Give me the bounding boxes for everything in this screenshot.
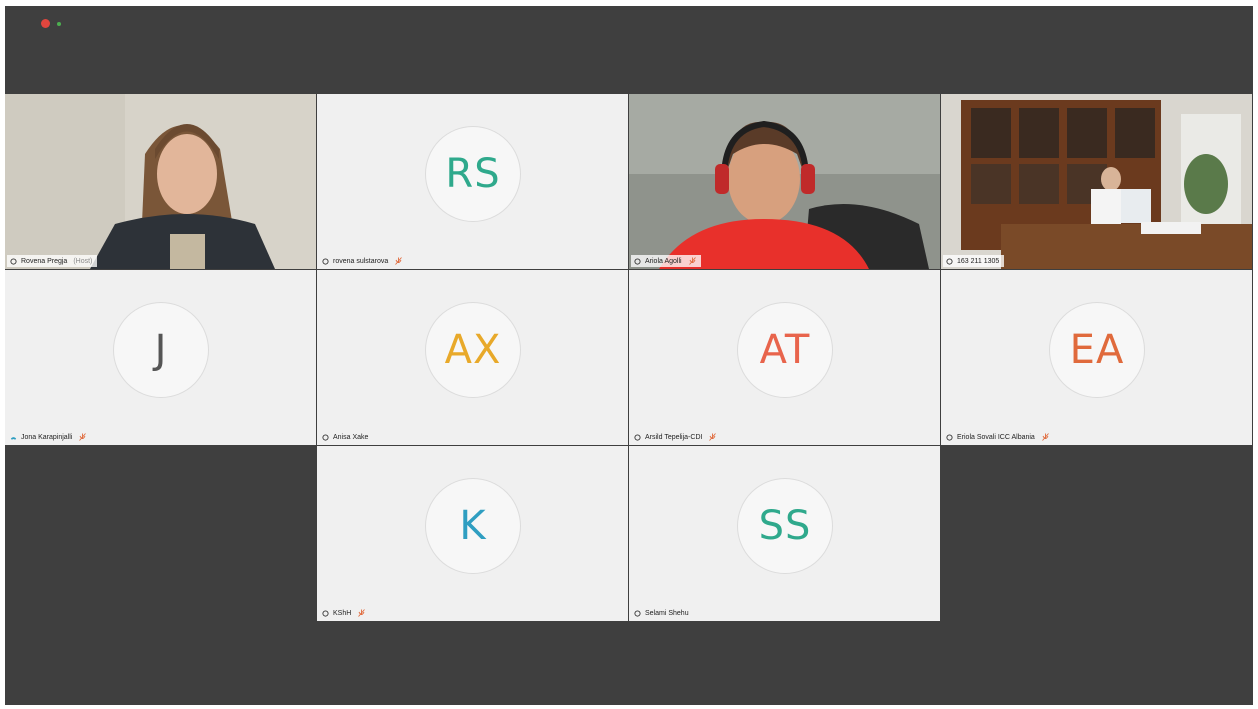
avatar: K <box>425 478 521 574</box>
participant-tile-selami-shehu[interactable]: SS Selami Shehu <box>629 446 940 621</box>
participant-label: Ariola Agolli <box>631 255 701 267</box>
top-bar <box>5 6 1253 94</box>
recording-indicator-icon[interactable] <box>41 19 50 28</box>
participant-name: Jona Karapinjalli <box>21 433 73 441</box>
participant-name: Selami Shehu <box>645 609 689 617</box>
muted-mic-icon <box>688 257 696 265</box>
participant-name: rovena sulstarova <box>333 257 389 265</box>
participant-label: Selami Shehu <box>631 607 694 619</box>
participant-tile-arsild-tepelija[interactable]: AT Arsild Tepelija-CDI <box>629 270 940 445</box>
participant-name: Eriola Sovali ICC Albania <box>957 433 1035 441</box>
avatar: J <box>113 302 209 398</box>
participant-label: Arsild Tepelija-CDI <box>631 431 721 443</box>
microphone-icon <box>322 257 329 265</box>
participant-label: Anisa Xake <box>319 431 373 443</box>
participant-tile-ariola-agolli[interactable]: Ariola Agolli <box>629 94 940 269</box>
muted-mic-icon <box>79 433 87 441</box>
muted-mic-icon <box>709 433 717 441</box>
microphone-icon <box>322 609 329 617</box>
participant-tile-eriola-sovali[interactable]: EA Eriola Sovali ICC Albania <box>941 270 1252 445</box>
microphone-icon <box>634 257 641 265</box>
participant-tile-163-211-1305[interactable]: 163 211 1305 <box>941 94 1252 269</box>
video-feed <box>629 94 940 269</box>
muted-mic-icon <box>358 609 366 617</box>
avatar: AT <box>737 302 833 398</box>
microphone-icon <box>946 257 953 265</box>
participant-name: Ariola Agolli <box>645 257 682 265</box>
participant-label: rovena sulstarova <box>319 255 407 267</box>
participant-tile-anisa-xake[interactable]: AX Anisa Xake <box>317 270 628 445</box>
microphone-icon <box>634 609 641 617</box>
avatar-initials: K <box>459 503 487 549</box>
avatar: EA <box>1049 302 1145 398</box>
participant-name: Anisa Xake <box>333 433 369 441</box>
avatar: AX <box>425 302 521 398</box>
avatar-initials: EA <box>1069 327 1125 373</box>
microphone-icon <box>634 433 641 441</box>
participant-name: KShH <box>333 609 352 617</box>
muted-mic-icon <box>395 257 403 265</box>
participant-name: 163 211 1305 <box>957 257 1000 265</box>
avatar-initials: AT <box>759 327 811 373</box>
avatar: RS <box>425 126 521 222</box>
participant-tile-kshh[interactable]: K KShH <box>317 446 628 621</box>
participant-name: Rovena Pregja <box>21 257 68 265</box>
participant-label: 163 211 1305 <box>943 255 1005 267</box>
video-feed <box>5 94 316 269</box>
video-feed <box>941 94 1252 269</box>
microphone-icon <box>322 433 329 441</box>
avatar-initials: SS <box>758 503 812 549</box>
participant-name: Arsild Tepelija-CDI <box>645 433 703 441</box>
participant-tile-jona-karapinjalli[interactable]: J Jona Karapinjalli <box>5 270 316 445</box>
avatar-initials: AX <box>444 327 502 373</box>
meeting-window: Rovena Pregja (Host) RS rovena sulstarov… <box>5 6 1253 705</box>
connection-indicator-icon <box>57 22 61 26</box>
avatar-initials: RS <box>445 151 501 197</box>
avatar-initials: J <box>154 327 168 373</box>
participant-grid: Rovena Pregja (Host) RS rovena sulstarov… <box>5 94 1253 622</box>
microphone-icon <box>946 433 953 441</box>
participant-label: Rovena Pregja (Host) <box>7 255 98 267</box>
avatar: SS <box>737 478 833 574</box>
participant-label: Jona Karapinjalli <box>7 431 91 443</box>
phone-icon <box>10 436 17 440</box>
host-badge: (Host) <box>73 257 93 265</box>
microphone-icon <box>10 257 17 265</box>
participant-label: KShH <box>319 607 370 619</box>
participant-label: Eriola Sovali ICC Albania <box>943 431 1054 443</box>
muted-mic-icon <box>1041 433 1049 441</box>
participant-tile-rovena-pregja[interactable]: Rovena Pregja (Host) <box>5 94 316 269</box>
participant-tile-rovena-sulstarova[interactable]: RS rovena sulstarova <box>317 94 628 269</box>
